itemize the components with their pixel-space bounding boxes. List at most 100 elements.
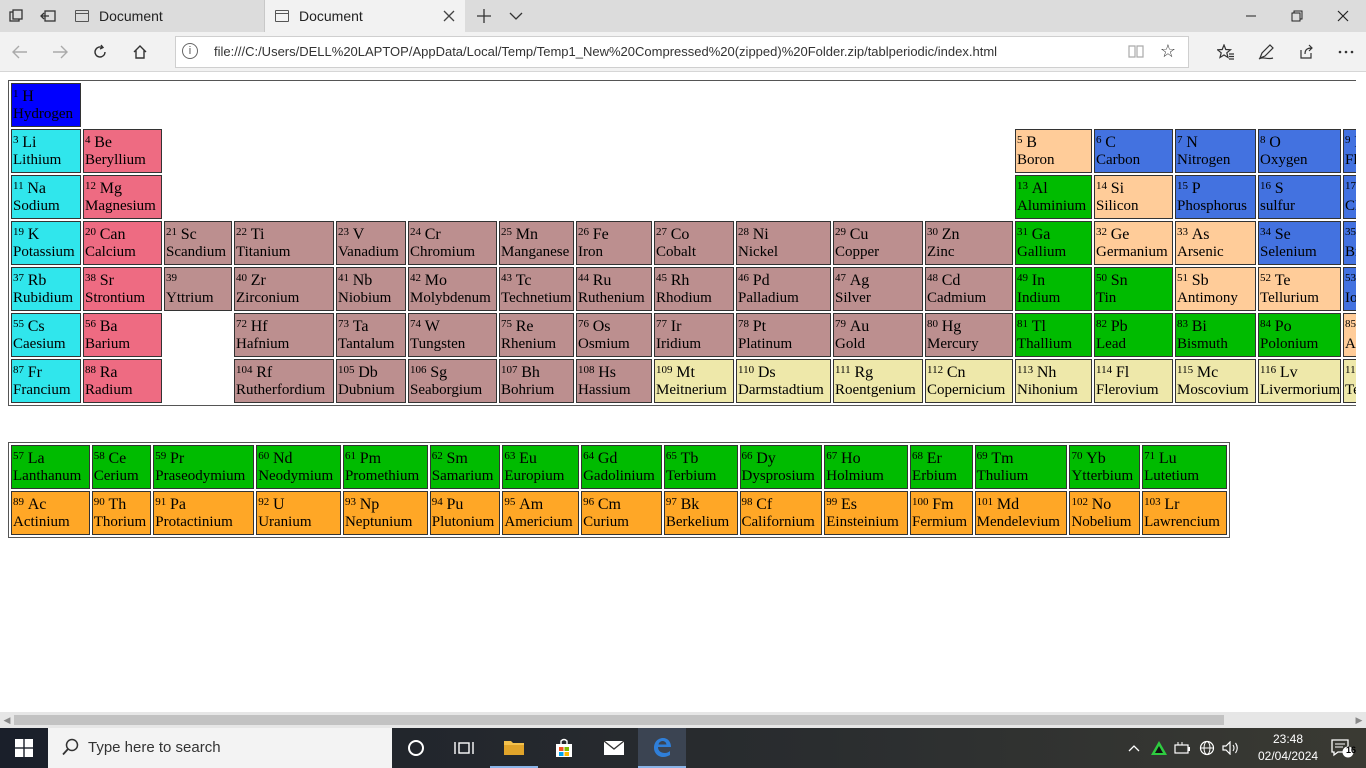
element-cell[interactable]: 47 Ag Silver xyxy=(833,267,923,311)
favorites-list-icon[interactable] xyxy=(1206,32,1246,72)
refresh-icon[interactable] xyxy=(80,32,120,72)
element-cell[interactable]: 8 O Oxygen xyxy=(1258,129,1341,173)
element-cell[interactable]: 40 Zr Zirconium xyxy=(234,267,334,311)
element-cell[interactable]: 64 Gd Gadolinium xyxy=(581,445,662,489)
element-cell[interactable]: 104 Rf Rutherfordium xyxy=(234,359,334,403)
element-cell[interactable]: 39 Yttrium xyxy=(164,267,232,311)
element-cell[interactable]: 109 Mt Meitnerium xyxy=(654,359,734,403)
element-cell[interactable]: 50 Sn Tin xyxy=(1094,267,1173,311)
element-cell[interactable]: 105 Db Dubnium xyxy=(336,359,406,403)
more-icon[interactable] xyxy=(1326,32,1366,72)
element-cell[interactable]: 37 Rb Rubidium xyxy=(11,267,81,311)
element-cell[interactable]: 31 Ga Gallium xyxy=(1015,221,1092,265)
cortana-icon[interactable] xyxy=(392,728,440,768)
home-icon[interactable] xyxy=(120,32,160,72)
minimize-icon[interactable] xyxy=(1228,0,1274,32)
favorite-star-icon[interactable]: ☆ xyxy=(1160,41,1176,62)
show-hidden-icons-chevron[interactable] xyxy=(1124,728,1144,768)
file-explorer-icon[interactable] xyxy=(490,728,538,768)
element-cell[interactable]: 11 Na Sodium xyxy=(11,175,81,219)
forward-icon[interactable] xyxy=(40,32,80,72)
clock[interactable]: 23:48 02/04/2024 xyxy=(1258,731,1318,765)
element-cell[interactable]: 12 Mg Magnesium xyxy=(83,175,162,219)
element-cell[interactable]: 38 Sr Strontium xyxy=(83,267,162,311)
element-cell[interactable]: 3 Li Lithium xyxy=(11,129,81,173)
restore-icon[interactable] xyxy=(1274,0,1320,32)
element-cell[interactable]: 91 Pa Protactinium xyxy=(153,491,255,535)
element-cell[interactable]: 45 Rh Rhodium xyxy=(654,267,734,311)
element-cell[interactable]: 90 Th Thorium xyxy=(91,491,152,535)
new-tab-icon[interactable] xyxy=(468,0,500,32)
element-cell[interactable]: 88 Ra Radium xyxy=(83,359,162,403)
element-cell[interactable]: 106 Sg Seaborgium xyxy=(408,359,497,403)
battery-icon[interactable] xyxy=(1172,728,1194,768)
element-cell[interactable]: 63 Eu Europium xyxy=(502,445,580,489)
element-cell[interactable]: 72 Hf Hafnium xyxy=(234,313,334,357)
element-cell[interactable]: 57 La Lanthanum xyxy=(11,445,90,489)
element-cell[interactable]: 46 Pd Palladium xyxy=(736,267,831,311)
element-cell[interactable]: 33 As Arsenic xyxy=(1175,221,1256,265)
element-cell[interactable]: 24 Cr Chromium xyxy=(408,221,497,265)
element-cell[interactable]: 43 Tc Technetium xyxy=(499,267,574,311)
element-cell[interactable]: 65 Tb Terbium xyxy=(663,445,738,489)
element-cell[interactable]: 22 Ti Titanium xyxy=(234,221,334,265)
element-cell[interactable]: 69 Tm Thulium xyxy=(974,445,1068,489)
element-cell[interactable]: 113 Nh Nihonium xyxy=(1015,359,1092,403)
share-icon[interactable] xyxy=(1286,32,1326,72)
element-cell[interactable]: 52 Te Tellurium xyxy=(1258,267,1341,311)
element-cell[interactable]: 19 K Potassium xyxy=(11,221,81,265)
element-cell[interactable]: 84 Po Polonium xyxy=(1258,313,1341,357)
element-cell[interactable]: 99 Es Einsteinium xyxy=(824,491,909,535)
element-cell[interactable]: 60 Nd Neodymium xyxy=(256,445,341,489)
app-tray-icon[interactable] xyxy=(1148,728,1170,768)
close-tab-icon[interactable] xyxy=(443,0,455,32)
element-cell[interactable]: 101 Md Mendelevium xyxy=(974,491,1068,535)
element-cell[interactable]: 25 Mn Manganese xyxy=(499,221,574,265)
pen-icon[interactable] xyxy=(1246,32,1286,72)
element-cell[interactable]: 58 Ce Cerium xyxy=(91,445,152,489)
element-cell[interactable]: 78 Pt Platinum xyxy=(736,313,831,357)
element-cell[interactable]: 97 Bk Berkelium xyxy=(663,491,738,535)
element-cell[interactable]: 53 IIodine xyxy=(1343,267,1356,311)
notification-icon[interactable]: 16 xyxy=(1318,728,1366,768)
element-cell[interactable]: 68 Er Erbium xyxy=(910,445,973,489)
element-cell[interactable]: 116 Lv Livermorium xyxy=(1258,359,1341,403)
network-icon[interactable] xyxy=(1196,728,1218,768)
element-cell[interactable]: 7 N Nitrogen xyxy=(1175,129,1256,173)
element-cell[interactable]: 13 Al Aluminium xyxy=(1015,175,1092,219)
url-text[interactable]: file:///C:/Users/DELL%20LAPTOP/AppData/L… xyxy=(214,44,997,59)
element-cell[interactable]: 55 Cs Caesium xyxy=(11,313,81,357)
element-cell[interactable]: 34 Se Selenium xyxy=(1258,221,1341,265)
element-cell[interactable]: 83 Bi Bismuth xyxy=(1175,313,1256,357)
element-cell[interactable]: 17 ClChlorine xyxy=(1343,175,1356,219)
reading-view-icon[interactable] xyxy=(1128,44,1144,61)
element-cell[interactable]: 67 Ho Holmium xyxy=(824,445,909,489)
info-icon[interactable]: i xyxy=(182,43,198,59)
element-cell[interactable]: 4 Be Beryllium xyxy=(83,129,162,173)
element-cell[interactable]: 16 Ssulfur xyxy=(1258,175,1341,219)
element-cell[interactable]: 96 Cm Curium xyxy=(581,491,662,535)
element-cell[interactable]: 80 Hg Mercury xyxy=(925,313,1013,357)
element-cell[interactable]: 107 Bh Bohrium xyxy=(499,359,574,403)
element-cell[interactable]: 26 Fe Iron xyxy=(576,221,652,265)
element-cell[interactable]: 27 Co Cobalt xyxy=(654,221,734,265)
tab-actions-icon[interactable] xyxy=(0,0,32,32)
set-aside-icon[interactable] xyxy=(32,0,64,32)
back-icon[interactable] xyxy=(0,32,40,72)
element-cell[interactable]: 62 Sm Samarium xyxy=(429,445,501,489)
element-cell[interactable]: 89 Ac Actinium xyxy=(11,491,90,535)
start-icon[interactable] xyxy=(0,728,48,768)
store-icon[interactable] xyxy=(540,728,588,768)
scrollbar-thumb[interactable] xyxy=(14,715,1224,725)
element-cell[interactable]: 92 U Uranium xyxy=(256,491,341,535)
horizontal-scrollbar[interactable]: ◀ ▶ xyxy=(0,712,1366,728)
element-cell[interactable]: 102 No Nobelium xyxy=(1069,491,1141,535)
element-cell[interactable]: 23 V Vanadium xyxy=(336,221,406,265)
element-cell[interactable]: 61 Pm Promethium xyxy=(342,445,428,489)
element-cell[interactable]: 30 Zn Zinc xyxy=(925,221,1013,265)
element-cell[interactable]: 117 TsTennessine xyxy=(1343,359,1356,403)
element-cell[interactable]: 15 P Phosphorus xyxy=(1175,175,1256,219)
element-cell[interactable]: 44 Ru Ruthenium xyxy=(576,267,652,311)
element-cell[interactable]: 42 Mo Molybdenum xyxy=(408,267,497,311)
element-cell[interactable]: 71 Lu Lutetium xyxy=(1142,445,1227,489)
